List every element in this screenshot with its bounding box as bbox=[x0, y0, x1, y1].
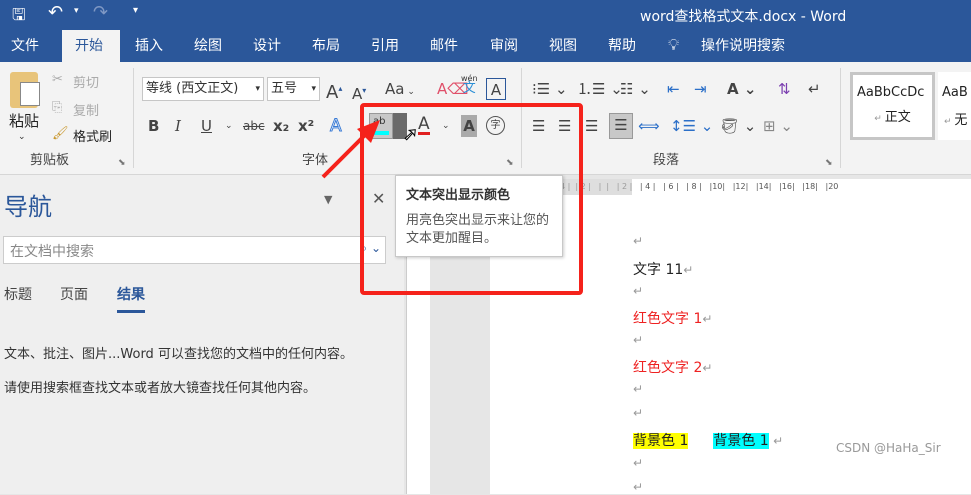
doc-paragraph: ↵ bbox=[633, 333, 644, 347]
paragraph-launcher-icon[interactable]: ⬊ bbox=[825, 158, 833, 168]
multilevel-list-button[interactable]: ☷ ⌄ bbox=[620, 78, 651, 100]
annotation-arrow-icon bbox=[321, 120, 380, 179]
distributed-button[interactable]: ⟺ bbox=[638, 115, 660, 137]
doc-paragraph-red: 红色文字 2↵ bbox=[633, 360, 713, 376]
doc-paragraph-highlighted: 背景色 1 背景色 1 ↵ bbox=[633, 433, 784, 449]
watermark: CSDN @HaHa_Sir bbox=[836, 441, 941, 455]
align-right-button[interactable]: ☰ bbox=[585, 115, 598, 137]
style-no-spacing[interactable]: AaB ↵ 无 bbox=[938, 72, 971, 140]
copy-button[interactable]: 复制 bbox=[73, 100, 99, 119]
underline-dropdown-icon[interactable]: ⌄ bbox=[225, 115, 233, 137]
doc-paragraph: 文字 11↵ bbox=[633, 262, 694, 278]
tab-help[interactable]: 帮助 bbox=[600, 30, 644, 62]
ribbon-tabs: 文件 开始 插入 绘图 设计 布局 引用 邮件 审阅 视图 帮助 💡︎ 操作说明… bbox=[0, 30, 971, 62]
doc-paragraph-red: 红色文字 1↵ bbox=[633, 311, 713, 327]
style-preview: AaB bbox=[942, 85, 968, 100]
shading-button[interactable]: 🪣︎ ⌄ bbox=[720, 115, 756, 137]
tooltip-title: 文本突出显示颜色 bbox=[406, 188, 511, 203]
cut-button[interactable]: 剪切 bbox=[73, 72, 99, 91]
nav-tab-headings[interactable]: 标题 bbox=[4, 284, 32, 304]
doc-paragraph: ↵ bbox=[633, 284, 644, 298]
nav-tab-results[interactable]: 结果 bbox=[117, 284, 145, 313]
window-title: word查找格式文本.docx - Word bbox=[640, 9, 847, 25]
style-name: 正文 bbox=[884, 110, 911, 125]
borders-button[interactable]: ⊞ ⌄ bbox=[763, 115, 793, 137]
tab-draw[interactable]: 绘图 bbox=[186, 30, 230, 62]
paste-dropdown-icon[interactable]: ⌄ bbox=[18, 132, 26, 142]
copy-icon: ⎘ bbox=[52, 100, 63, 115]
tooltip-body: 用亮色突出显示来让您的文本更加醒目。 bbox=[406, 213, 550, 246]
doc-paragraph: ↵ bbox=[633, 382, 644, 396]
underline-button[interactable]: U bbox=[201, 115, 212, 137]
line-spacing-button[interactable]: ↕☰ ⌄ bbox=[670, 115, 713, 137]
sort-button[interactable]: ⇅ bbox=[778, 78, 791, 100]
bold-button[interactable]: B bbox=[148, 115, 159, 137]
tell-me-search[interactable]: 操作说明搜索 bbox=[693, 30, 793, 62]
clipboard-group-label: 剪贴板 bbox=[30, 153, 70, 168]
superscript-button[interactable]: x² bbox=[298, 115, 314, 137]
italic-button[interactable]: I bbox=[175, 115, 181, 137]
character-border-icon[interactable]: A bbox=[486, 78, 506, 100]
font-size-value: 五号 bbox=[271, 81, 298, 96]
undo-icon[interactable]: ↶ bbox=[48, 2, 63, 23]
tab-home[interactable]: 开始 bbox=[62, 30, 120, 62]
cyan-highlight-text: 背景色 1 bbox=[713, 433, 769, 449]
justify-button[interactable]: ☰ bbox=[609, 113, 633, 139]
doc-paragraph: ↵ bbox=[633, 234, 644, 248]
search-placeholder: 在文档中搜索 bbox=[10, 244, 94, 260]
tab-mailings[interactable]: 邮件 bbox=[422, 30, 466, 62]
clipboard-launcher-icon[interactable]: ⬊ bbox=[118, 158, 126, 168]
numbering-button[interactable]: ⒈☰ ⌄ bbox=[577, 78, 623, 100]
nav-tab-pages[interactable]: 页面 bbox=[60, 284, 88, 304]
bullets-button[interactable]: ⁝☰ ⌄ bbox=[532, 78, 568, 100]
decrease-indent-button[interactable]: ⇤ bbox=[667, 78, 680, 100]
grow-font-icon[interactable]: A▴ bbox=[326, 78, 342, 103]
style-name: 无 bbox=[954, 113, 968, 128]
lightbulb-icon: 💡︎ bbox=[668, 35, 680, 54]
doc-paragraph: ↵ bbox=[633, 480, 644, 494]
change-case-button[interactable]: Aa ⌄ bbox=[385, 78, 415, 100]
tab-insert[interactable]: 插入 bbox=[127, 30, 171, 62]
format-painter-button[interactable]: 格式刷 bbox=[73, 126, 112, 145]
increase-indent-button[interactable]: ⇥ bbox=[694, 78, 707, 100]
nav-search-input[interactable]: 在文档中搜索 ⌕ ⌄ bbox=[3, 236, 386, 264]
nav-hint: 请使用搜索框查找文本或者放大镜查找任何其他内容。 bbox=[4, 381, 317, 396]
chinese-layout-button[interactable]: A ⌄ bbox=[727, 78, 756, 100]
show-marks-button[interactable]: ↵ bbox=[808, 78, 821, 100]
yellow-highlight-text: 背景色 1 bbox=[633, 433, 689, 449]
tab-references[interactable]: 引用 bbox=[363, 30, 407, 62]
tooltip: 文本突出显示颜色 用亮色突出显示来让您的文本更加醒目。 bbox=[395, 175, 563, 257]
subscript-button[interactable]: x₂ bbox=[273, 115, 289, 137]
customize-qat-icon[interactable]: ▾ bbox=[133, 5, 138, 16]
undo-dropdown-icon[interactable]: ▾ bbox=[74, 6, 79, 16]
doc-paragraph: ↵ bbox=[633, 456, 644, 470]
save-icon[interactable]: 🖫 bbox=[12, 4, 26, 31]
paragraph-group-label: 段落 bbox=[653, 153, 680, 168]
phonetic-guide-icon[interactable]: wén 文 bbox=[461, 74, 478, 96]
paste-icon[interactable] bbox=[10, 72, 40, 108]
tab-layout[interactable]: 布局 bbox=[304, 30, 348, 62]
format-painter-icon: 🖌︎ bbox=[52, 126, 69, 141]
tab-review[interactable]: 审阅 bbox=[482, 30, 526, 62]
font-size-select[interactable]: 五号 ▾ bbox=[267, 77, 320, 101]
tab-file[interactable]: 文件 bbox=[3, 30, 47, 62]
tab-design[interactable]: 设计 bbox=[245, 30, 289, 62]
redo-icon[interactable]: ↷ bbox=[93, 2, 108, 23]
strikethrough-button[interactable]: abc bbox=[243, 115, 265, 137]
paste-button[interactable]: 粘贴 bbox=[9, 110, 39, 131]
style-normal[interactable]: AaBbCcDc ↵ 正文 bbox=[850, 72, 935, 140]
navigation-pane: 导航 ▼ ✕ 在文档中搜索 ⌕ ⌄ 标题 页面 结果 文本、批注、图片...Wo… bbox=[0, 175, 404, 494]
nav-options-icon[interactable]: ▼ bbox=[324, 193, 332, 206]
font-name-select[interactable]: 等线 (西文正文) ▾ bbox=[142, 77, 264, 101]
doc-paragraph: ↵ bbox=[633, 406, 644, 420]
shrink-font-icon[interactable]: A▾ bbox=[352, 80, 366, 103]
title-bar: 🖫 ↶ ▾ ↷ ▾ word查找格式文本.docx - Word bbox=[0, 0, 971, 30]
font-name-value: 等线 (西文正文) bbox=[146, 81, 239, 96]
style-preview: AaBbCcDc bbox=[857, 85, 925, 100]
nav-title: 导航 bbox=[4, 193, 52, 221]
nav-message: 文本、批注、图片...Word 可以查找您的文档中的任何内容。 bbox=[4, 347, 353, 362]
cut-icon: ✂ bbox=[52, 72, 63, 87]
tab-view[interactable]: 视图 bbox=[541, 30, 585, 62]
